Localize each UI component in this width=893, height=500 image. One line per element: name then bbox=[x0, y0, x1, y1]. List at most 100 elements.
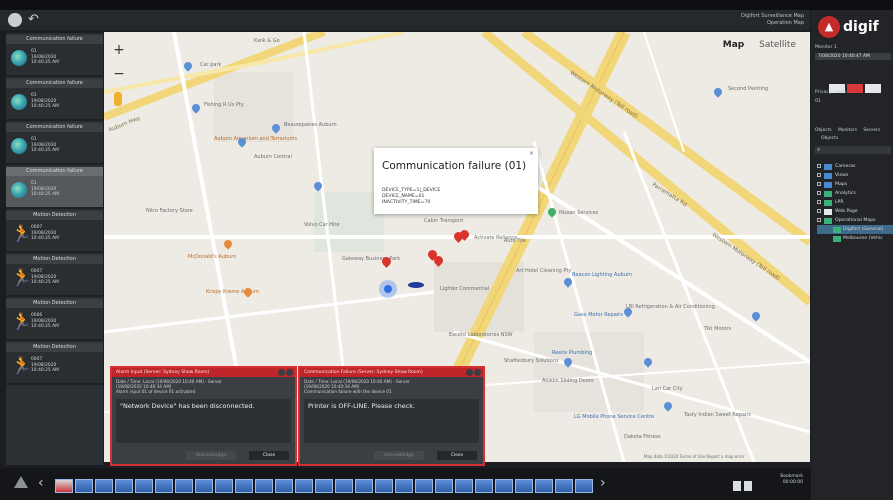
event-item[interactable]: Motion Detection 🏃 0007 19/08/2020 10:40:25 … bbox=[6, 343, 103, 385]
screen-layout-tile[interactable] bbox=[275, 479, 293, 493]
gear-icon[interactable] bbox=[8, 13, 22, 27]
tree-item[interactable]: Maps bbox=[817, 180, 893, 189]
sequence-icon[interactable] bbox=[733, 481, 741, 491]
info-popup: × Communication failure (01) DEVICE_TYPE… bbox=[374, 148, 538, 214]
minimize-icon[interactable] bbox=[466, 369, 473, 376]
screen-layout-tile[interactable] bbox=[235, 479, 253, 493]
dialog-meta-line: Alarm input 01 of device 01 activated bbox=[116, 389, 196, 394]
runner-icon: 🏃 bbox=[11, 224, 33, 244]
event-item[interactable]: Communication failure 01 19/08/2020 10:40:2… bbox=[6, 35, 103, 77]
screen-layout-tile[interactable] bbox=[175, 479, 193, 493]
event-item[interactable]: Communication failure 01 19/08/2020 10:40:2… bbox=[6, 167, 103, 209]
tree-item-icon bbox=[824, 218, 832, 224]
expand-toggle-icon[interactable] bbox=[817, 191, 821, 195]
screen-layout-tile[interactable] bbox=[315, 479, 333, 493]
tree-item[interactable]: Analytics bbox=[817, 189, 893, 198]
search-input[interactable]: ⌕ bbox=[815, 146, 891, 154]
screen-layout-tile[interactable] bbox=[155, 479, 173, 493]
screen-layout-tile[interactable] bbox=[455, 479, 473, 493]
close-icon[interactable]: × bbox=[529, 150, 534, 157]
event-header: Motion Detection bbox=[6, 343, 103, 352]
street-view-pegman-icon[interactable] bbox=[114, 92, 122, 106]
event-item[interactable]: Communication failure 01 19/08/2020 10:40:2… bbox=[6, 123, 103, 165]
screen-layout-tile[interactable] bbox=[515, 479, 533, 493]
screen-layout-tile[interactable] bbox=[475, 479, 493, 493]
tree-item[interactable]: Web Page bbox=[817, 207, 893, 216]
expand-toggle-icon[interactable] bbox=[817, 164, 821, 168]
screen-layout-tile[interactable] bbox=[435, 479, 453, 493]
bookmark-time: 00:00:00 bbox=[782, 480, 803, 485]
alarm-button[interactable] bbox=[847, 84, 863, 93]
dialog-meta-line: Communication failure with the device 01 bbox=[304, 389, 392, 394]
tree-item-icon bbox=[824, 164, 832, 170]
screen-layout-tile[interactable] bbox=[255, 479, 273, 493]
zoom-out-button[interactable]: − bbox=[112, 62, 126, 86]
tree-item[interactable]: Melbourne (Vehic bbox=[817, 234, 893, 243]
event-item[interactable]: Motion Detection 🏃 0007 19/08/2020 10:40:25 … bbox=[6, 255, 103, 297]
privacy-mode-value[interactable]: 01 bbox=[815, 99, 821, 104]
screen-layout-tile[interactable] bbox=[575, 479, 593, 493]
screen-layout-tile[interactable] bbox=[75, 479, 93, 493]
event-item[interactable]: Communication failure 01 19/08/2020 10:40:2… bbox=[6, 79, 103, 121]
scroll-left-icon[interactable]: ‹ bbox=[38, 475, 44, 491]
tree-item[interactable]: Cameras bbox=[817, 162, 893, 171]
acknowledge-button[interactable]: Acknowledge bbox=[186, 451, 236, 460]
tree-item-label: Digifort (General) bbox=[843, 227, 884, 232]
expand-toggle-icon[interactable] bbox=[817, 200, 821, 204]
screen-layout-tile[interactable] bbox=[415, 479, 433, 493]
screen-layout-tile[interactable] bbox=[195, 479, 213, 493]
expand-toggle-icon[interactable] bbox=[817, 173, 821, 177]
back-arrow-icon[interactable]: ↶ bbox=[28, 12, 39, 27]
map-type-satellite-button[interactable]: Satellite bbox=[759, 40, 796, 50]
event-item[interactable]: Motion Detection 🏃 0006 19/08/2020 10:40:25 … bbox=[6, 299, 103, 341]
screen-layout-tile[interactable] bbox=[215, 479, 233, 493]
search-icon: ⌕ bbox=[817, 146, 821, 153]
tree-item[interactable]: Digifort (General) bbox=[817, 225, 893, 234]
tree-item-label: Cameras bbox=[835, 164, 856, 169]
acknowledge-button[interactable]: Acknowledge bbox=[374, 451, 424, 460]
screen-layout-tile[interactable] bbox=[555, 479, 573, 493]
tab-servers[interactable]: Servers bbox=[863, 128, 880, 133]
scroll-right-icon[interactable]: › bbox=[600, 475, 606, 491]
monitor-button[interactable] bbox=[865, 84, 881, 93]
expand-toggle-icon[interactable] bbox=[817, 209, 821, 213]
screen-layout-tile[interactable] bbox=[55, 479, 73, 493]
pin-icon[interactable] bbox=[744, 481, 752, 491]
screen-layout-tile[interactable] bbox=[535, 479, 553, 493]
map-place-label: Reece Plumbing bbox=[552, 350, 593, 356]
screen-layout-tile[interactable] bbox=[375, 479, 393, 493]
tree-item[interactable]: Operational Maps bbox=[817, 216, 893, 225]
event-item[interactable]: Motion Detection 🏃 0007 19/08/2020 10:40:25 … bbox=[6, 211, 103, 253]
close-button[interactable]: Close bbox=[437, 451, 477, 460]
tab-monitors[interactable]: Monitors bbox=[838, 128, 857, 133]
map-place-label: Cabin Transport bbox=[424, 218, 464, 224]
expand-toggle-icon[interactable] bbox=[817, 182, 821, 186]
map-type-map-button[interactable]: Map bbox=[723, 40, 744, 50]
tree-item-icon bbox=[824, 209, 832, 215]
topbar-info-line1: Digifort Surveillance Map bbox=[740, 13, 804, 19]
tree-item[interactable]: LPR bbox=[817, 198, 893, 207]
dialog-title-bar[interactable]: Alarm Input (Server: Sydney Show Room) bbox=[112, 368, 295, 377]
screen-layout-tile[interactable] bbox=[295, 479, 313, 493]
close-icon[interactable] bbox=[286, 369, 293, 376]
screen-layout-tile[interactable] bbox=[115, 479, 133, 493]
globe-icon bbox=[11, 138, 27, 154]
screen-layout-tile[interactable] bbox=[495, 479, 513, 493]
screen-layout-tile[interactable] bbox=[95, 479, 113, 493]
map-type-toggle: Map Satellite bbox=[711, 40, 796, 50]
screen-layout-tile[interactable] bbox=[355, 479, 373, 493]
screen-layout-tile[interactable] bbox=[135, 479, 153, 493]
dialog-title-bar[interactable]: Communication Failure (Server: Sydney Sh… bbox=[300, 368, 483, 377]
expand-toggle-icon[interactable] bbox=[817, 218, 821, 222]
tree-item-label: Melbourne (Vehic bbox=[843, 236, 883, 241]
screen-layout-tile[interactable] bbox=[395, 479, 413, 493]
minimize-icon[interactable] bbox=[278, 369, 285, 376]
eject-icon[interactable] bbox=[14, 476, 28, 488]
close-button[interactable]: Close bbox=[249, 451, 289, 460]
tree-item[interactable]: Views bbox=[817, 171, 893, 180]
close-icon[interactable] bbox=[474, 369, 481, 376]
screen-layout-tile[interactable] bbox=[335, 479, 353, 493]
zoom-in-button[interactable]: + bbox=[112, 38, 126, 62]
map-place-label: Tasty Indian Sweet Repairs bbox=[684, 412, 752, 418]
tab-objects[interactable]: Objects bbox=[815, 128, 832, 133]
